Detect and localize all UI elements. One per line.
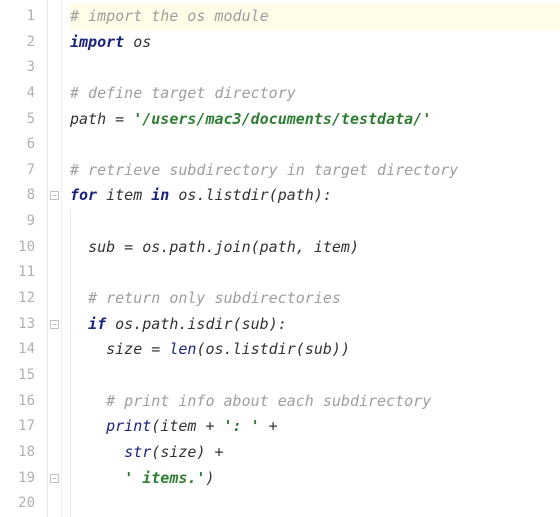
line-number[interactable]: 9 bbox=[0, 209, 47, 235]
code-line[interactable]: # print info about each subdirectory bbox=[70, 389, 560, 415]
comment: # define target directory bbox=[70, 84, 296, 102]
code-line[interactable]: print(item + ': ' + bbox=[70, 414, 560, 440]
code-line[interactable] bbox=[70, 260, 560, 286]
variable: path bbox=[70, 110, 106, 128]
comment: # return only subdirectories bbox=[88, 289, 341, 307]
line-number[interactable]: 16 bbox=[0, 389, 47, 415]
line-number[interactable]: 11 bbox=[0, 260, 47, 286]
variable: item bbox=[106, 186, 142, 204]
operator: = bbox=[106, 110, 133, 128]
code-line[interactable] bbox=[70, 55, 560, 81]
code-line[interactable]: sub = os.path.join(path, item) bbox=[70, 235, 560, 261]
variable: size bbox=[106, 340, 142, 358]
gutter: 1 2 3 4 5 6 7 8 9 10 11 12 13 14 15 16 1… bbox=[0, 0, 48, 517]
code-line[interactable] bbox=[70, 132, 560, 158]
string-literal: ': ' bbox=[224, 417, 260, 435]
module-ref: os bbox=[178, 186, 196, 204]
string-literal: '/users/mac3/documents/testdata/' bbox=[133, 110, 431, 128]
code-line[interactable] bbox=[70, 209, 560, 235]
code-line[interactable]: # return only subdirectories bbox=[70, 286, 560, 312]
function-call: isdir bbox=[187, 315, 232, 333]
builtin-str: str bbox=[124, 443, 151, 461]
line-number[interactable]: 10 bbox=[0, 235, 47, 261]
code-editor: 1 2 3 4 5 6 7 8 9 10 11 12 13 14 15 16 1… bbox=[0, 0, 560, 517]
line-number[interactable]: 17 bbox=[0, 414, 47, 440]
line-number[interactable]: 6 bbox=[0, 132, 47, 158]
variable: sub bbox=[88, 238, 115, 256]
code-line[interactable]: str(size) + bbox=[70, 440, 560, 466]
code-line[interactable]: # define target directory bbox=[70, 81, 560, 107]
line-number[interactable]: 18 bbox=[0, 440, 47, 466]
line-number[interactable]: 1 bbox=[0, 4, 47, 30]
line-number[interactable]: 13 bbox=[0, 312, 47, 338]
line-number[interactable]: 8 bbox=[0, 183, 47, 209]
line-number[interactable]: 20 bbox=[0, 491, 47, 517]
fold-toggle-icon[interactable]: − bbox=[50, 320, 59, 329]
code-line[interactable]: size = len(os.listdir(sub)) bbox=[70, 337, 560, 363]
fold-column: − − − bbox=[48, 0, 62, 517]
line-number[interactable]: 3 bbox=[0, 55, 47, 81]
comment: # retrieve subdirectory in target direct… bbox=[70, 161, 458, 179]
comment: # print info about each subdirectory bbox=[106, 392, 431, 410]
code-line[interactable] bbox=[70, 491, 560, 517]
fold-toggle-icon[interactable]: − bbox=[50, 191, 59, 200]
code-line[interactable]: path = '/users/mac3/documents/testdata/' bbox=[70, 107, 560, 133]
line-number[interactable]: 7 bbox=[0, 158, 47, 184]
keyword-in: in bbox=[151, 186, 169, 204]
string-literal: ' items.' bbox=[124, 469, 205, 487]
code-line[interactable]: if os.path.isdir(sub): bbox=[70, 312, 560, 338]
comment: # import the os module bbox=[70, 7, 269, 25]
code-line[interactable]: ' items.') bbox=[70, 466, 560, 492]
module-name: os bbox=[133, 33, 151, 51]
code-area[interactable]: # import the os module import os # defin… bbox=[62, 0, 560, 517]
line-number[interactable]: 14 bbox=[0, 337, 47, 363]
code-line[interactable]: # import the os module bbox=[70, 4, 560, 30]
keyword-for: for bbox=[70, 186, 97, 204]
code-line[interactable]: for item in os.listdir(path): bbox=[70, 183, 560, 209]
line-number[interactable]: 15 bbox=[0, 363, 47, 389]
line-number[interactable]: 5 bbox=[0, 107, 47, 133]
line-number[interactable]: 19 bbox=[0, 466, 47, 492]
code-line[interactable]: import os bbox=[70, 30, 560, 56]
line-number[interactable]: 12 bbox=[0, 286, 47, 312]
keyword-import: import bbox=[70, 33, 124, 51]
code-line[interactable] bbox=[70, 363, 560, 389]
line-number[interactable]: 2 bbox=[0, 30, 47, 56]
function-call: listdir bbox=[205, 186, 268, 204]
keyword-if: if bbox=[88, 315, 106, 333]
builtin-print: print bbox=[106, 417, 151, 435]
code-line[interactable]: # retrieve subdirectory in target direct… bbox=[70, 158, 560, 184]
line-number[interactable]: 4 bbox=[0, 81, 47, 107]
builtin-len: len bbox=[169, 340, 196, 358]
function-call: join bbox=[215, 238, 251, 256]
fold-end-icon[interactable]: − bbox=[50, 474, 59, 483]
